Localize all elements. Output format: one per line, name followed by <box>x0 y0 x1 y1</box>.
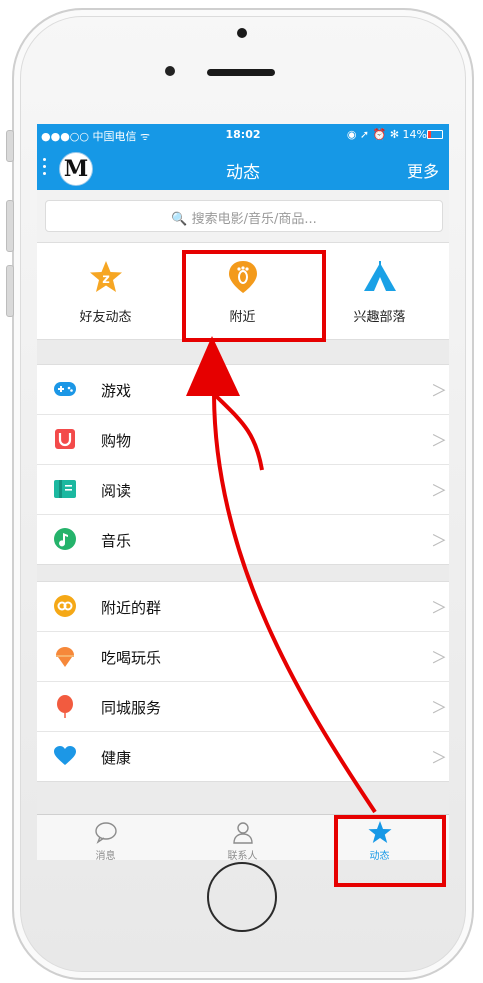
more-button[interactable]: 更多 <box>407 158 439 182</box>
chevron-right-icon: ＞ <box>431 598 448 617</box>
list-item-label: 吃喝玩乐 <box>101 649 162 667</box>
list-item-local-services[interactable]: 同城服务 ＞ <box>37 682 449 732</box>
status-bar: ●●●○○ 中国电信 ᯤ 18:02 ◉ ➚ ⏰ ✻ 14% <box>37 124 449 146</box>
quick-item-label: 兴趣部落 <box>353 310 406 325</box>
silent-switch <box>6 130 14 162</box>
ice-cream-icon <box>56 647 74 667</box>
list-item-label: 健康 <box>101 749 132 767</box>
proximity-sensor <box>165 66 175 76</box>
chevron-right-icon: ＞ <box>431 748 448 767</box>
list-item-label: 附近的群 <box>101 599 162 617</box>
tab-messages[interactable]: 消息 <box>37 815 174 860</box>
tab-label: 消息 <box>95 851 116 860</box>
balloon-icon <box>57 695 73 718</box>
list-item-label: 游戏 <box>101 382 132 400</box>
list-item-nearby-groups[interactable]: 附近的群 ＞ <box>37 582 449 632</box>
list-item-music[interactable]: 音乐 ＞ <box>37 515 449 564</box>
status-indicators: ◉ ➚ ⏰ ✻ 14% <box>346 128 427 141</box>
volume-down-button <box>6 265 14 317</box>
highlight-box-moments-tab <box>334 815 446 887</box>
tab-contacts[interactable]: 联系人 <box>174 815 311 860</box>
chevron-right-icon: ＞ <box>431 381 448 400</box>
contact-person-icon <box>232 822 253 844</box>
book-icon <box>54 480 76 498</box>
heart-icon <box>54 746 76 765</box>
list-item-food-fun[interactable]: 吃喝玩乐 ＞ <box>37 632 449 682</box>
list-item-label: 同城服务 <box>101 699 162 717</box>
quick-item-tribe[interactable]: 兴趣部落 <box>311 243 448 339</box>
quick-item-label: 好友动态 <box>79 310 132 325</box>
tab-label: 联系人 <box>227 851 258 860</box>
service-group-2: 附近的群 ＞ 吃喝玩乐 ＞ 同城服务 ＞ 健康 ＞ <box>37 581 449 782</box>
battery-icon <box>427 130 443 139</box>
tribe-tent-icon <box>363 261 396 291</box>
nearby-group-icon <box>54 595 76 617</box>
screen: ●●●○○ 中国电信 ᯤ 18:02 ◉ ➚ ⏰ ✻ 14% M 动态 更多 🔍… <box>37 124 449 860</box>
list-item-label: 购物 <box>101 432 132 450</box>
page-title: 动态 <box>226 163 260 183</box>
chevron-right-icon: ＞ <box>431 531 448 550</box>
earpiece-speaker <box>207 69 275 76</box>
quick-item-friends[interactable]: z 好友动态 <box>37 243 174 339</box>
volume-up-button <box>6 200 14 252</box>
svg-text:z: z <box>102 272 110 287</box>
highlight-box-nearby <box>182 250 326 342</box>
front-camera <box>237 28 247 38</box>
home-button[interactable] <box>207 862 277 932</box>
navigation-bar: M 动态 更多 <box>37 146 449 190</box>
service-group-1: 游戏 ＞ 购物 ＞ 阅读 ＞ 音乐 ＞ <box>37 364 449 565</box>
chevron-right-icon: ＞ <box>431 481 448 500</box>
list-item-label: 音乐 <box>101 532 132 550</box>
chevron-right-icon: ＞ <box>431 698 448 717</box>
search-placeholder: 🔍 搜索电影/音乐/商品... <box>171 212 317 227</box>
message-bubble-icon <box>94 822 117 844</box>
search-bar-container: 🔍 搜索电影/音乐/商品... <box>37 190 449 243</box>
list-item-reading[interactable]: 阅读 ＞ <box>37 465 449 515</box>
magnet-bag-icon <box>55 429 75 449</box>
list-item-label: 阅读 <box>101 482 132 500</box>
list-item-health[interactable]: 健康 ＞ <box>37 732 449 781</box>
chevron-right-icon: ＞ <box>431 648 448 667</box>
list-item-shopping[interactable]: 购物 ＞ <box>37 415 449 465</box>
friends-star-icon: z <box>89 261 122 292</box>
music-note-icon <box>54 528 76 550</box>
list-item-games[interactable]: 游戏 ＞ <box>37 365 449 415</box>
chevron-right-icon: ＞ <box>431 431 448 450</box>
search-input[interactable]: 🔍 搜索电影/音乐/商品... <box>45 200 443 232</box>
gamepad-icon <box>54 382 76 396</box>
